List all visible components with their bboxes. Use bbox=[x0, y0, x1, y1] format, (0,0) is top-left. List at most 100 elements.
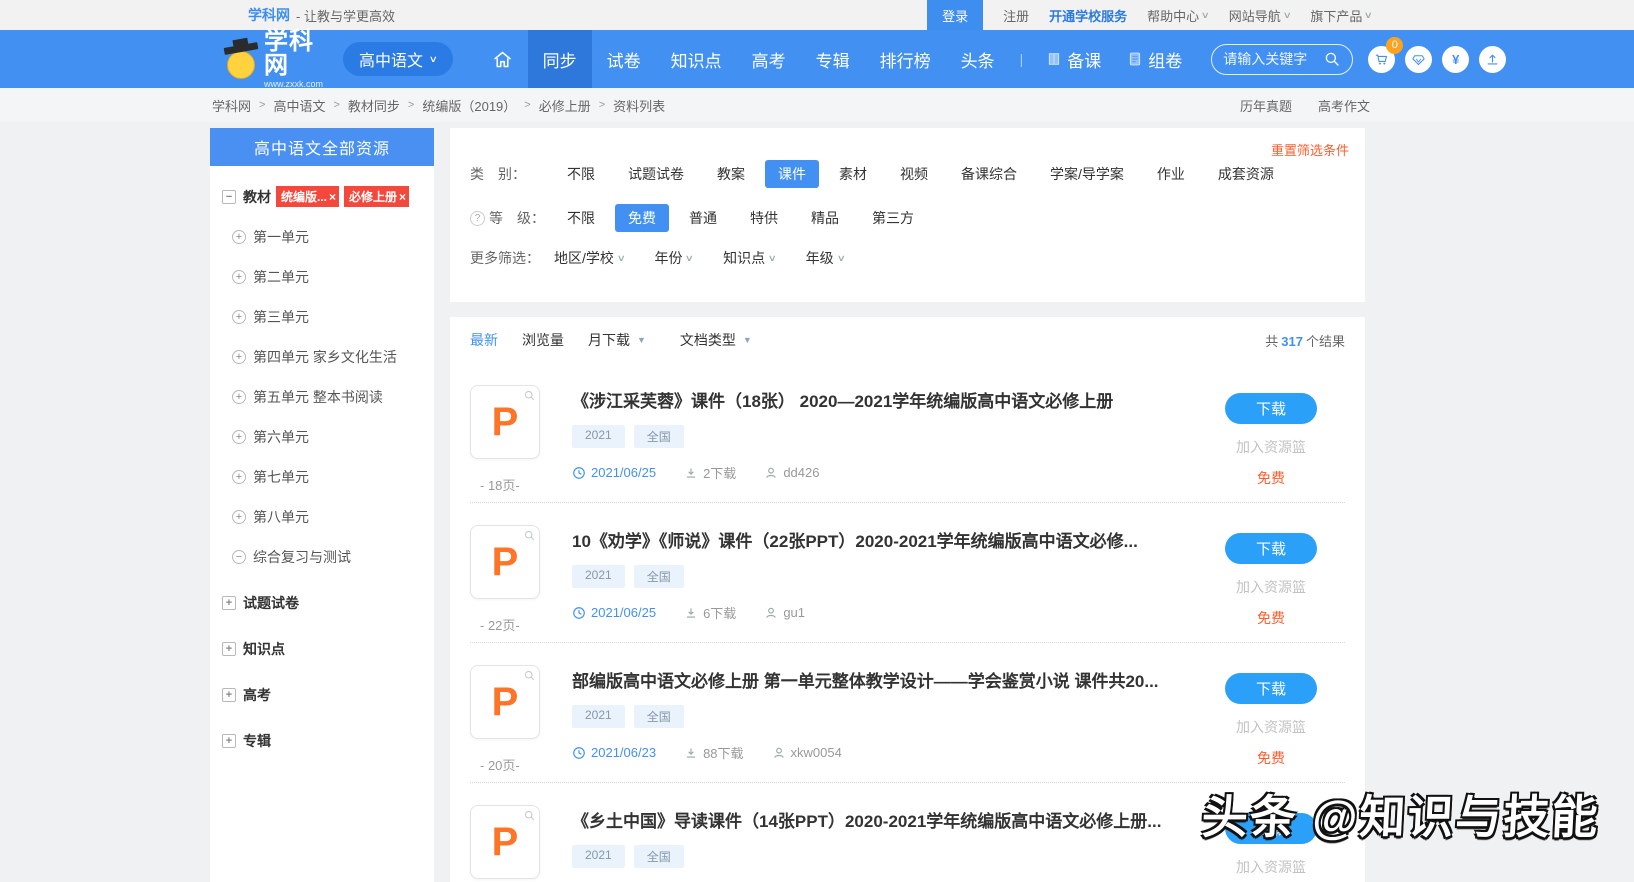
region-dropdown[interactable]: 地区/学校∨ bbox=[554, 248, 624, 268]
expand-icon[interactable]: + bbox=[222, 642, 236, 656]
tree-node-unit8[interactable]: +第八单元 bbox=[232, 507, 422, 527]
login-button[interactable]: 登录 bbox=[927, 0, 983, 30]
level-option-all[interactable]: 不限 bbox=[554, 204, 608, 232]
site-nav-menu[interactable]: 网站导航 ∨ bbox=[1229, 6, 1291, 25]
download-button[interactable]: 下载 bbox=[1225, 673, 1317, 704]
breadcrumb-edition[interactable]: 统编版（2019） bbox=[422, 96, 516, 115]
level-option-free[interactable]: 免费 bbox=[615, 204, 669, 232]
preview-zoom-icon[interactable] bbox=[523, 809, 536, 822]
nav-tool-lesson-prep[interactable]: 备课 bbox=[1033, 47, 1114, 72]
category-option-prep[interactable]: 备课综合 bbox=[948, 160, 1030, 188]
tree-node-albums[interactable]: +专辑 bbox=[222, 731, 422, 751]
expand-icon[interactable]: + bbox=[232, 390, 246, 404]
resource-title[interactable]: 部编版高中语文必修上册 第一单元整体教学设计——学会鉴赏小说 课件共20... bbox=[572, 667, 1197, 692]
category-option-materials[interactable]: 素材 bbox=[826, 160, 880, 188]
ppt-thumbnail[interactable]: P bbox=[470, 385, 540, 459]
add-to-basket-link[interactable]: 加入资源篮 bbox=[1197, 437, 1345, 457]
resource-title[interactable]: 《涉江采芙蓉》课件（18张） 2020—2021学年统编版高中语文必修上册 bbox=[572, 387, 1197, 412]
category-option-study-plans[interactable]: 学案/导学案 bbox=[1037, 160, 1137, 188]
nav-item-papers[interactable]: 试卷 bbox=[592, 30, 656, 88]
breadcrumb-subject[interactable]: 高中语文 bbox=[273, 96, 325, 115]
tree-node-papers[interactable]: +试题试卷 bbox=[222, 593, 422, 613]
uploader-name[interactable]: xkw0054 bbox=[791, 745, 842, 760]
expand-icon[interactable]: + bbox=[232, 310, 246, 324]
resource-title[interactable]: 10《劝学》《师说》课件（22张PPT）2020-2021学年统编版高中语文必修… bbox=[572, 527, 1197, 552]
search-icon[interactable] bbox=[1323, 50, 1341, 68]
search-input[interactable] bbox=[1223, 51, 1319, 67]
tree-node-unit3[interactable]: +第三单元 bbox=[232, 307, 422, 327]
category-option-sets[interactable]: 成套资源 bbox=[1205, 160, 1287, 188]
collapse-icon[interactable]: − bbox=[222, 190, 236, 204]
category-option-papers[interactable]: 试题试卷 bbox=[615, 160, 697, 188]
ppt-thumbnail[interactable]: P bbox=[470, 665, 540, 739]
tree-node-unit2[interactable]: +第二单元 bbox=[232, 267, 422, 287]
expand-icon[interactable]: + bbox=[222, 688, 236, 702]
close-icon[interactable]: × bbox=[399, 190, 406, 204]
tree-node-gaokao[interactable]: +高考 bbox=[222, 685, 422, 705]
site-logo[interactable]: 学科网 www.zxxk.com bbox=[224, 30, 323, 89]
category-option-all[interactable]: 不限 bbox=[554, 160, 608, 188]
preview-zoom-icon[interactable] bbox=[523, 389, 536, 402]
tree-node-knowledge[interactable]: +知识点 bbox=[222, 639, 422, 659]
download-button[interactable]: 下载 bbox=[1225, 533, 1317, 564]
uploader-name[interactable]: dd426 bbox=[783, 465, 819, 480]
recharge-button[interactable]: ¥ bbox=[1442, 46, 1469, 73]
expand-icon[interactable]: + bbox=[232, 430, 246, 444]
add-to-basket-link[interactable]: 加入资源篮 bbox=[1197, 717, 1345, 737]
nav-item-albums[interactable]: 专辑 bbox=[801, 30, 865, 88]
resource-title[interactable]: 《乡土中国》导读课件（14张PPT）2020-2021学年统编版高中语文必修上册… bbox=[572, 807, 1197, 832]
download-button[interactable]: 下载 bbox=[1225, 813, 1317, 844]
upload-button[interactable] bbox=[1479, 46, 1506, 73]
vip-button[interactable] bbox=[1405, 46, 1432, 73]
category-option-homework[interactable]: 作业 bbox=[1144, 160, 1198, 188]
preview-zoom-icon[interactable] bbox=[523, 529, 536, 542]
products-menu[interactable]: 旗下产品 ∨ bbox=[1310, 6, 1372, 25]
doc-type-dropdown[interactable]: 文档类型▼ bbox=[680, 330, 752, 350]
level-option-special[interactable]: 特供 bbox=[737, 204, 791, 232]
tree-node-review[interactable]: −综合复习与测试 bbox=[232, 547, 422, 567]
category-option-courseware[interactable]: 课件 bbox=[765, 160, 819, 188]
year-dropdown[interactable]: 年份∨ bbox=[654, 248, 693, 268]
gaokao-essay-link[interactable]: 高考作文 bbox=[1318, 96, 1370, 115]
expand-icon[interactable]: + bbox=[232, 470, 246, 484]
reset-filters-link[interactable]: 重置筛选条件 bbox=[1271, 140, 1349, 159]
expand-icon[interactable]: + bbox=[232, 350, 246, 364]
nav-tool-paper-builder[interactable]: 组卷 bbox=[1114, 47, 1195, 72]
preview-zoom-icon[interactable] bbox=[523, 669, 536, 682]
expand-icon[interactable]: + bbox=[222, 596, 236, 610]
nav-item-knowledge[interactable]: 知识点 bbox=[656, 30, 737, 88]
expand-icon[interactable]: + bbox=[232, 270, 246, 284]
close-icon[interactable]: × bbox=[329, 190, 336, 204]
subject-selector[interactable]: 高中语文 ∨ bbox=[343, 42, 453, 76]
past-papers-link[interactable]: 历年真题 bbox=[1240, 96, 1292, 115]
add-to-basket-link[interactable]: 加入资源篮 bbox=[1197, 857, 1345, 877]
breadcrumb-volume[interactable]: 必修上册 bbox=[539, 96, 591, 115]
breadcrumb-home[interactable]: 学科网 bbox=[212, 96, 251, 115]
nav-item-sync[interactable]: 同步 bbox=[528, 30, 592, 88]
category-option-video[interactable]: 视频 bbox=[887, 160, 941, 188]
register-link[interactable]: 注册 bbox=[1003, 6, 1029, 25]
category-option-lesson-plans[interactable]: 教案 bbox=[704, 160, 758, 188]
school-service-link[interactable]: 开通学校服务 bbox=[1049, 6, 1127, 25]
nav-home[interactable] bbox=[477, 30, 528, 88]
expand-icon[interactable]: + bbox=[222, 734, 236, 748]
tree-node-unit1[interactable]: +第一单元 bbox=[232, 227, 422, 247]
help-center-menu[interactable]: 帮助中心 ∨ bbox=[1147, 6, 1209, 25]
level-option-thirdparty[interactable]: 第三方 bbox=[859, 204, 927, 232]
sort-views[interactable]: 浏览量 bbox=[522, 330, 564, 350]
tree-node-unit4[interactable]: +第四单元 家乡文化生活 bbox=[232, 347, 422, 367]
cart-button[interactable]: 0 bbox=[1368, 46, 1395, 73]
sort-month-downloads[interactable]: 月下载▼ bbox=[588, 330, 646, 350]
expand-icon[interactable]: + bbox=[232, 230, 246, 244]
sort-latest[interactable]: 最新 bbox=[470, 330, 498, 350]
knowledge-dropdown[interactable]: 知识点∨ bbox=[723, 248, 776, 268]
ppt-thumbnail[interactable]: P bbox=[470, 525, 540, 599]
nav-item-ranking[interactable]: 排行榜 bbox=[865, 30, 946, 88]
help-icon[interactable]: ? bbox=[470, 211, 485, 226]
uploader-name[interactable]: gu1 bbox=[783, 605, 805, 620]
tree-node-unit5[interactable]: +第五单元 整本书阅读 bbox=[232, 387, 422, 407]
nav-item-gaokao[interactable]: 高考 bbox=[737, 30, 801, 88]
level-option-normal[interactable]: 普通 bbox=[676, 204, 730, 232]
grade-dropdown[interactable]: 年级∨ bbox=[806, 248, 845, 268]
nav-item-headlines[interactable]: 头条 bbox=[946, 30, 1010, 88]
